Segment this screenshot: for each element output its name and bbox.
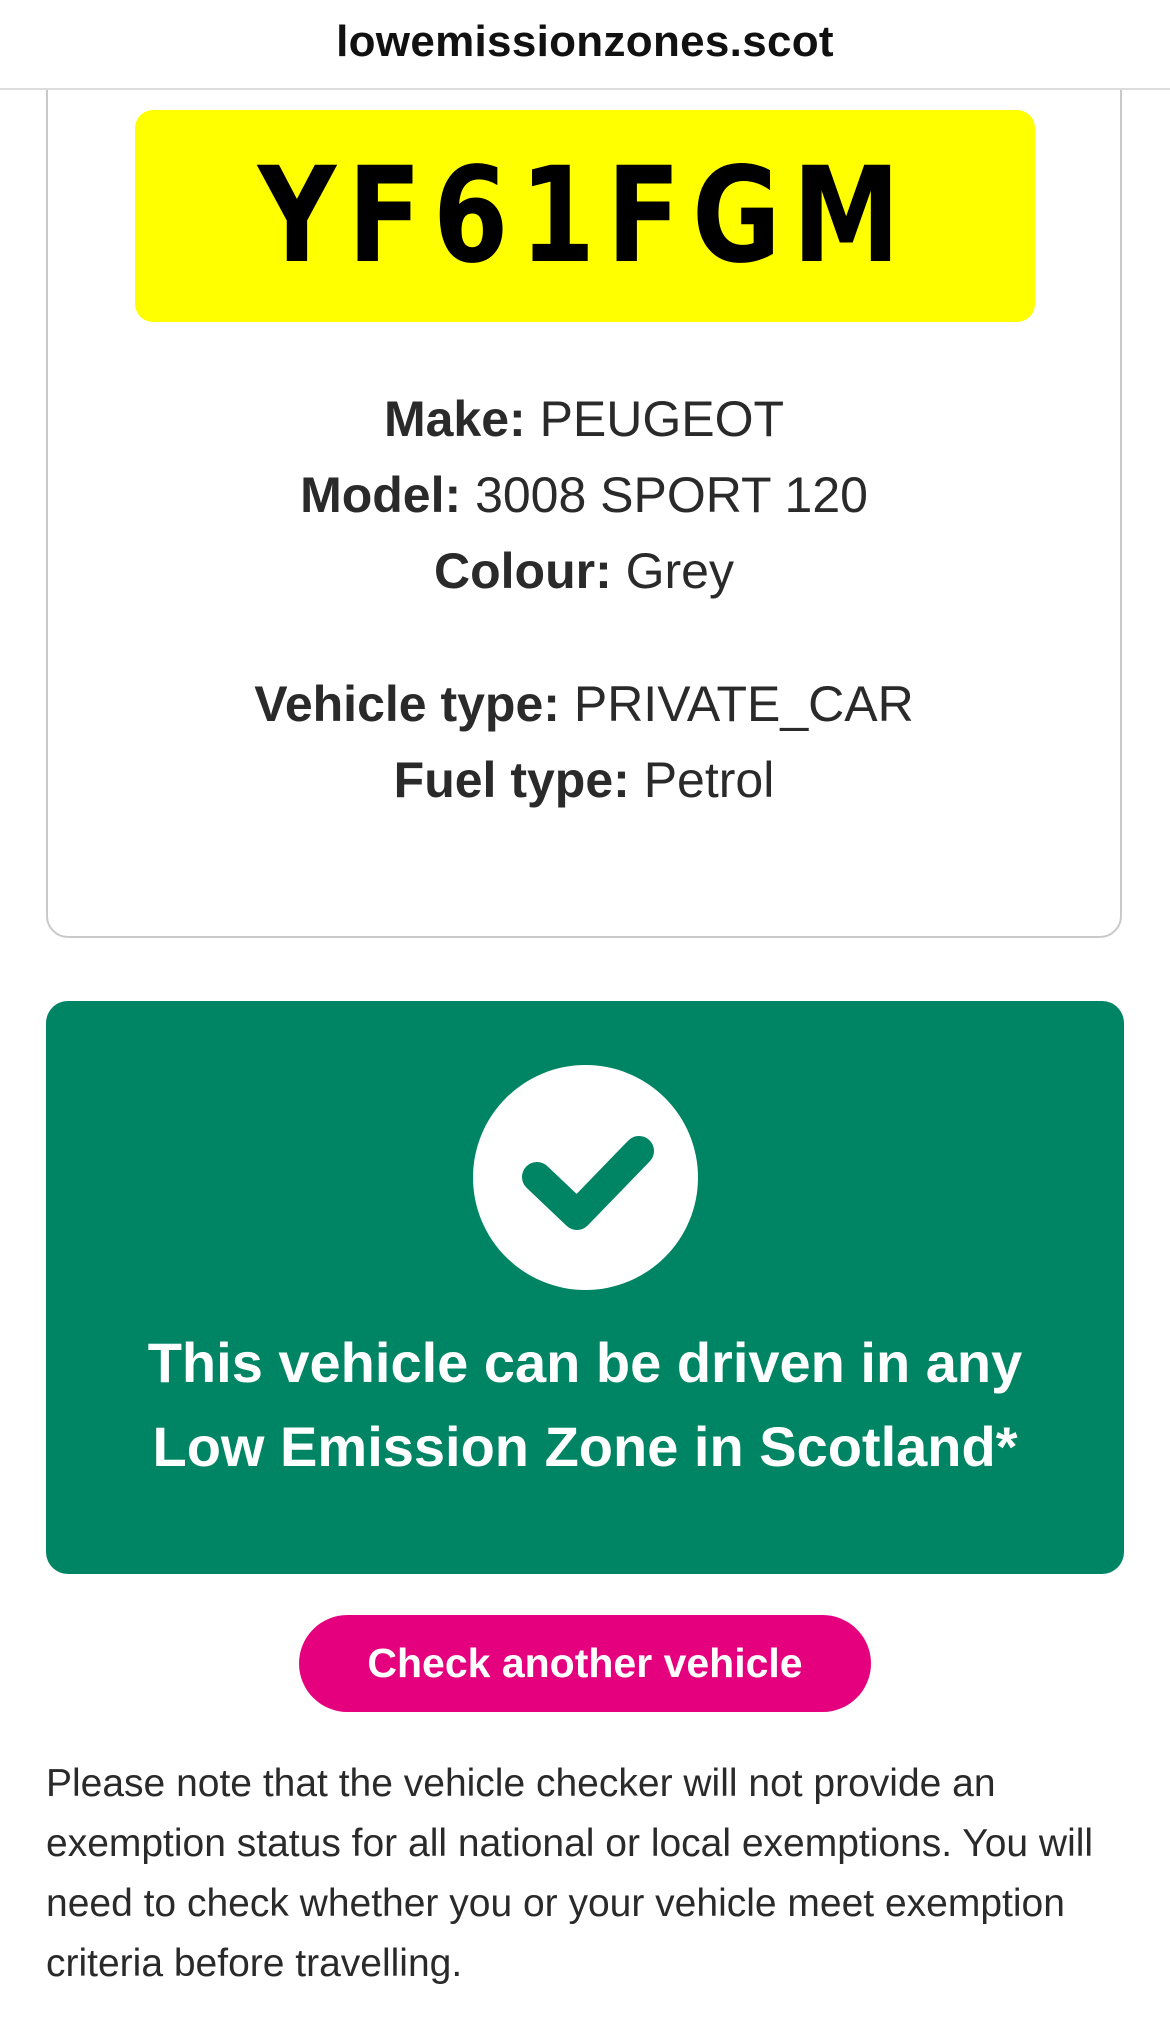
compliance-result-panel: This vehicle can be driven in any Low Em…	[46, 1001, 1124, 1574]
make-row: Make: PEUGEOT	[46, 381, 1122, 457]
browser-address-bar[interactable]: lowemissionzones.scot	[0, 0, 1170, 90]
colour-value: Grey	[625, 543, 734, 599]
vehicle-type-label: Vehicle type:	[254, 676, 560, 732]
compliance-message: This vehicle can be driven in any Low Em…	[46, 1321, 1124, 1489]
model-value: 3008 SPORT 120	[475, 467, 868, 523]
model-row: Model: 3008 SPORT 120	[46, 457, 1122, 533]
make-value: PEUGEOT	[539, 391, 785, 447]
compliance-message-line-2: Low Emission Zone in Scotland*	[152, 1415, 1018, 1478]
fuel-type-label: Fuel type:	[393, 752, 630, 808]
fuel-type-value: Petrol	[643, 752, 775, 808]
registration-number: YF61FGM	[258, 139, 912, 293]
exemption-note: Please note that the vehicle checker wil…	[46, 1762, 1094, 1985]
number-plate: YF61FGM	[135, 110, 1035, 322]
make-label: Make:	[383, 391, 526, 447]
vehicle-details-group: Make: PEUGEOT Model: 3008 SPORT 120 Colo…	[46, 381, 1122, 609]
fuel-type-row: Fuel type: Petrol	[46, 742, 1122, 818]
check-icon	[473, 1065, 698, 1290]
vehicle-type-value: PRIVATE_CAR	[573, 676, 914, 732]
colour-label: Colour:	[434, 543, 612, 599]
compliance-message-line-1: This vehicle can be driven in any	[147, 1331, 1023, 1394]
url-text: lowemissionzones.scot	[336, 17, 834, 66]
model-label: Model:	[300, 467, 462, 523]
vehicle-type-row: Vehicle type: PRIVATE_CAR	[46, 666, 1122, 742]
check-icon-graphic	[522, 1136, 654, 1230]
colour-row: Colour: Grey	[46, 533, 1122, 609]
check-another-vehicle-button[interactable]: Check another vehicle	[299, 1615, 871, 1712]
vehicle-type-group: Vehicle type: PRIVATE_CAR Fuel type: Pet…	[46, 666, 1122, 818]
